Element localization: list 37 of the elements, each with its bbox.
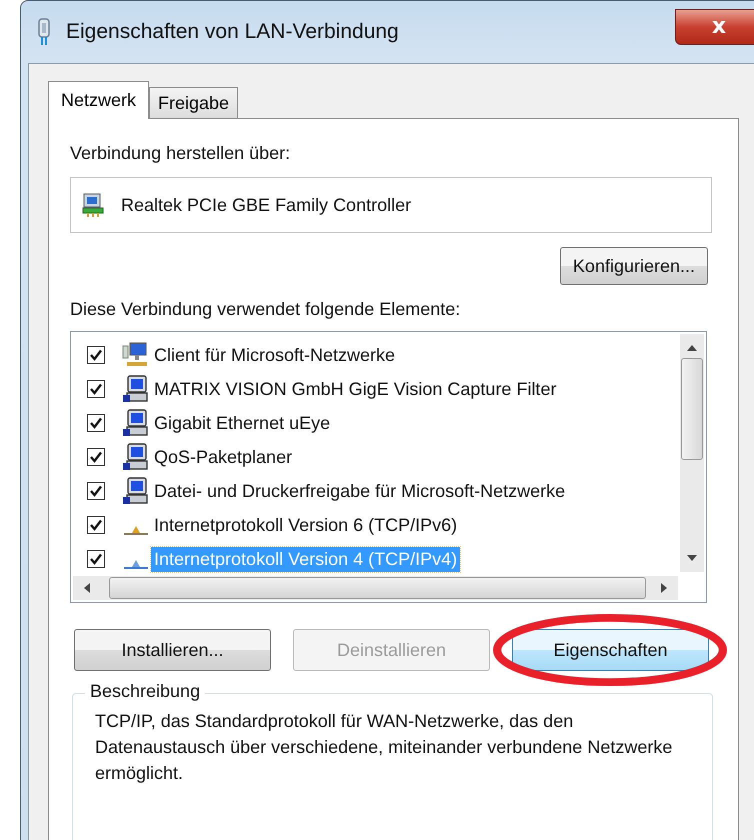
adapter-name: Realtek PCIe GBE Family Controller [121,194,412,216]
scroll-right-icon[interactable] [660,582,668,594]
network-adapter-icon [81,192,105,218]
action-button[interactable]: Eigenschaften [512,629,709,671]
checkbox[interactable] [87,482,105,500]
horizontal-scrollbar[interactable] [73,576,678,600]
action-button[interactable]: Installieren... [74,629,271,671]
elements-label: Diese Verbindung verwendet folgende Elemente: [70,299,462,321]
list-item[interactable]: Client für Microsoft-Netzwerke [151,342,398,368]
network-plug-icon [36,17,52,47]
list-item[interactable]: Gigabit Ethernet uEye [151,410,334,436]
checkbox[interactable] [87,550,105,568]
network-connector-icon [124,525,148,535]
scrollbar-thumb[interactable] [681,358,703,460]
scroll-up-icon[interactable] [686,344,698,352]
list-item[interactable]: QoS-Paketplaner [151,444,296,470]
scrollbar-thumb[interactable] [109,577,646,599]
checkbox[interactable] [87,448,105,466]
scroll-down-icon[interactable] [686,554,698,562]
close-button[interactable]: x [675,9,754,45]
tab[interactable]: Netzwerk [48,81,150,119]
vertical-scrollbar[interactable] [680,334,704,572]
list-item[interactable]: MATRIX VISION GmbH GigE Vision Capture Filter [151,376,560,402]
network-connector-icon [124,559,148,569]
checkbox[interactable] [87,516,105,534]
checkbox[interactable] [87,414,105,432]
scroll-left-icon[interactable] [83,582,91,594]
tab[interactable]: Freigabe [149,87,238,118]
checkbox[interactable] [87,380,105,398]
configure-button[interactable]: Konfigurieren... [560,247,708,285]
connect-label: Verbindung herstellen über: [70,143,292,165]
checkbox[interactable] [87,346,105,364]
description-text: TCP/IP, das Standardprotokoll für WAN-Netzwerke, das den Datenaustausch über verschiedene, miteinander verbundene Netzwerke ermöglicht. [95,710,674,785]
window-title: Eigenschaften von LAN-Verbindung [66,20,399,44]
list-item[interactable]: Datei- und Druckerfreigabe für Microsoft-Netzwerke [151,478,568,504]
group-title: Beschreibung [85,681,206,702]
list-item[interactable]: Internetprotokoll Version 6 (TCP/IPv6) [151,512,460,538]
